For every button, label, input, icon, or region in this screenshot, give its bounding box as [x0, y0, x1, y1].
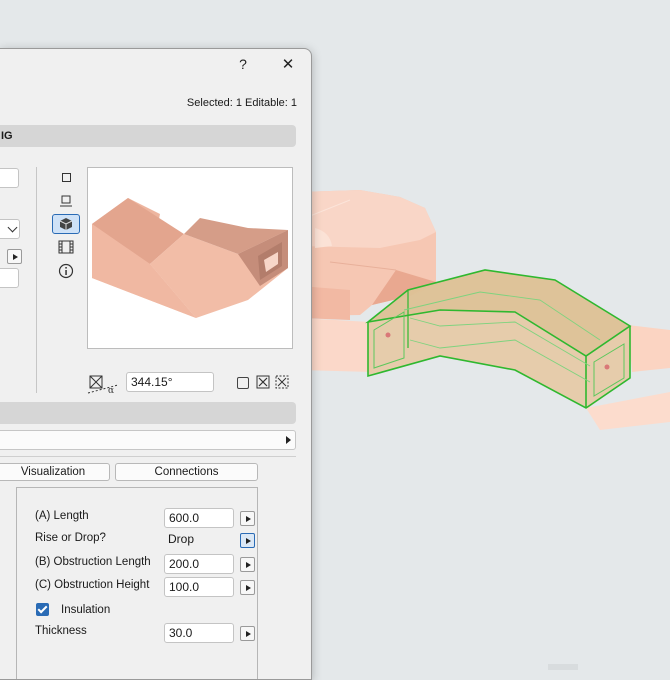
square-icon — [61, 172, 71, 182]
duct-preview-image — [92, 198, 288, 318]
selection-info: Selected: 1 Editable: 1 — [186, 97, 297, 109]
param-arrow-thickness[interactable] — [240, 626, 255, 641]
mirror-checkbox[interactable] — [237, 377, 249, 389]
tab-connections[interactable]: Connections — [115, 463, 258, 481]
section-header[interactable]: IG — [0, 125, 296, 147]
chevron-right-icon — [286, 436, 291, 444]
param-value-length[interactable]: 600.0 — [164, 508, 234, 528]
object-selector[interactable] — [0, 430, 296, 450]
close-button[interactable]: ✕ — [274, 53, 302, 75]
plan-view-icon — [60, 195, 72, 207]
flip-dashed-icon[interactable] — [275, 375, 289, 389]
param-label-insulation: Insulation — [61, 604, 111, 616]
section-header-2[interactable] — [0, 402, 296, 424]
param-value-thickness[interactable]: 30.0 — [164, 623, 234, 643]
param-label-rise-drop: Rise or Drop? — [35, 532, 106, 544]
svg-text:α: α — [108, 386, 114, 395]
divider-2 — [0, 456, 296, 457]
section-title: IG — [1, 130, 13, 142]
flip-x-icon[interactable] — [256, 375, 270, 389]
left-dropdown[interactable] — [0, 219, 20, 239]
info-button[interactable] — [52, 261, 80, 281]
param-label-thickness: Thickness — [35, 625, 87, 637]
view-2d-button[interactable] — [52, 167, 80, 187]
object-preview[interactable] — [87, 167, 293, 349]
param-arrow-obstruction-height[interactable] — [240, 580, 255, 595]
param-value-obstruction-height[interactable]: 100.0 — [164, 577, 234, 597]
cube-icon — [59, 218, 73, 230]
film-strip-icon — [58, 240, 74, 254]
param-arrow-obstruction-length[interactable] — [240, 557, 255, 572]
left-field-1[interactable] — [0, 168, 19, 188]
insulation-checkbox[interactable] — [36, 603, 49, 616]
param-label-obstruction-length: (B) Obstruction Length — [35, 556, 151, 568]
checkmark-icon — [37, 603, 48, 614]
view-plan-button[interactable] — [52, 191, 80, 211]
view-3d-button[interactable] — [52, 214, 80, 234]
divider — [36, 167, 37, 393]
help-button[interactable]: ? — [229, 53, 257, 75]
chevron-down-icon — [7, 222, 18, 233]
angle-field[interactable]: 344.15° — [126, 372, 214, 392]
param-value-rise-drop[interactable]: Drop — [164, 529, 234, 549]
left-arrow-button[interactable] — [7, 249, 22, 264]
angle-icon: α — [87, 375, 119, 395]
view-section-button[interactable] — [52, 237, 80, 257]
param-label-obstruction-height: (C) Obstruction Height — [35, 579, 150, 591]
param-arrow-length[interactable] — [240, 511, 255, 526]
info-icon — [58, 263, 74, 279]
settings-dialog: ? ✕ Selected: 1 Editable: 1 IG α 344.15°… — [0, 48, 312, 680]
left-field-2[interactable] — [0, 268, 19, 288]
param-value-obstruction-length[interactable]: 200.0 — [164, 554, 234, 574]
tab-visualization[interactable]: Visualization — [0, 463, 110, 481]
param-arrow-rise-drop[interactable] — [240, 533, 255, 548]
param-label-length: (A) Length — [35, 510, 89, 522]
